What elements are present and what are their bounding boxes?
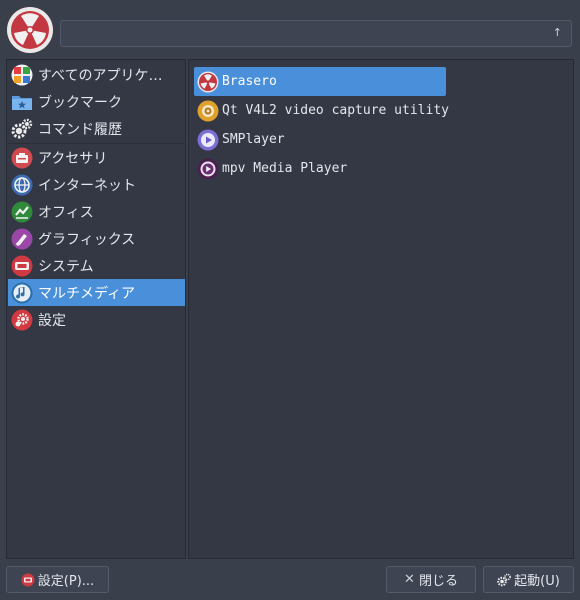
office-icon	[11, 201, 33, 223]
settings-small-icon	[21, 573, 35, 587]
category-command-history[interactable]: コマンド履歴	[8, 115, 185, 142]
gear-icon	[11, 118, 33, 140]
app-list: Brasero Qt V4L2 video capture utility SM…	[188, 59, 574, 559]
app-item-mpv[interactable]: mpv Media Player	[194, 154, 446, 183]
category-label: オフィス	[38, 204, 94, 221]
category-system[interactable]: システム	[8, 252, 185, 279]
category-settings[interactable]: 設定	[8, 306, 185, 333]
graphics-icon	[11, 228, 33, 250]
settings-icon	[11, 309, 33, 331]
category-list: すべてのアプリケ… ブックマーク コマンド履歴 アクセサリ インターネット オフ…	[6, 59, 186, 559]
close-icon: ✕	[404, 572, 415, 587]
category-bookmarks[interactable]: ブックマーク	[8, 88, 185, 115]
category-accessories[interactable]: アクセサリ	[8, 144, 185, 171]
system-icon	[11, 255, 33, 277]
app-label: Qt V4L2 video capture utility	[222, 103, 449, 118]
launch-button[interactable]: 起動(U)	[483, 566, 574, 593]
internet-icon	[11, 174, 33, 196]
close-button[interactable]: ✕ 閉じる	[386, 566, 476, 593]
settings-button[interactable]: 設定(P)...	[6, 566, 109, 593]
app-label: SMPlayer	[222, 132, 285, 147]
settings-button-label: 設定(P)...	[37, 574, 95, 589]
app-item-brasero[interactable]: Brasero	[194, 67, 446, 96]
category-label: すべてのアプリケ…	[38, 67, 163, 84]
category-graphics[interactable]: グラフィックス	[8, 225, 185, 252]
app-item-qv4l2[interactable]: Qt V4L2 video capture utility	[194, 96, 449, 125]
all-apps-icon	[11, 64, 33, 86]
smplayer-icon	[197, 129, 219, 151]
gear-icon	[497, 573, 512, 587]
clear-arrow-icon[interactable]: ↑	[553, 26, 562, 39]
mpv-icon	[197, 158, 219, 180]
accessories-icon	[11, 147, 33, 169]
category-label: アクセサリ	[38, 150, 108, 167]
search-bar[interactable]: ↑	[60, 20, 572, 47]
category-label: インターネット	[38, 177, 136, 194]
category-label: システム	[38, 258, 94, 275]
app-label: mpv Media Player	[222, 161, 348, 176]
category-all-apps[interactable]: すべてのアプリケ…	[8, 61, 185, 88]
app-label: Brasero	[222, 74, 277, 89]
category-label: 設定	[38, 312, 66, 329]
category-multimedia[interactable]: マルチメディア	[8, 279, 185, 306]
multimedia-icon	[11, 282, 33, 304]
category-label: マルチメディア	[38, 285, 136, 302]
app-item-smplayer[interactable]: SMPlayer	[194, 125, 446, 154]
webcam-icon	[197, 100, 219, 122]
launch-button-label: 起動(U)	[514, 574, 560, 589]
category-label: コマンド履歴	[38, 121, 122, 138]
category-label: グラフィックス	[38, 231, 136, 248]
bookmark-folder-icon	[11, 91, 33, 113]
app-logo-icon	[7, 7, 53, 53]
category-internet[interactable]: インターネット	[8, 171, 185, 198]
category-label: ブックマーク	[38, 94, 122, 111]
category-office[interactable]: オフィス	[8, 198, 185, 225]
brasero-icon	[197, 71, 219, 93]
search-input[interactable]	[67, 24, 541, 45]
close-button-label: 閉じる	[418, 574, 458, 589]
